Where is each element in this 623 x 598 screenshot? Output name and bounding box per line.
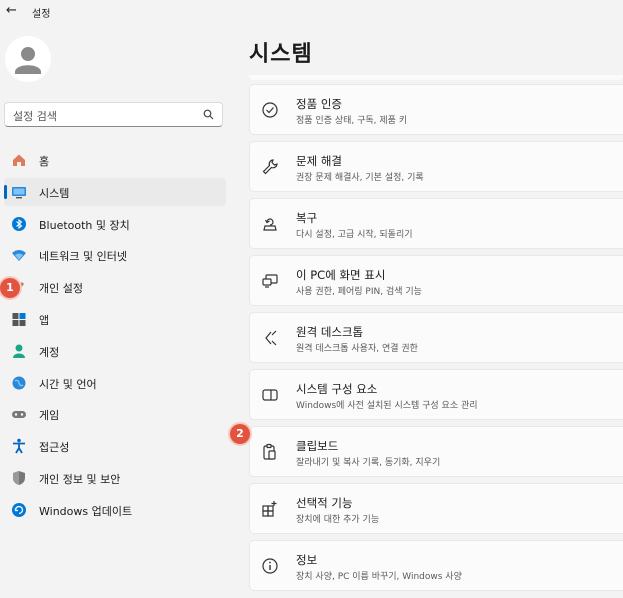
sidebar-item-accounts[interactable]: 계정 [4, 337, 226, 365]
sidebar-item-system[interactable]: 시스템 [4, 177, 226, 206]
network-icon [12, 250, 26, 262]
sidebar-item-label: 개인 설정 [39, 282, 83, 296]
card-title: 복구 [296, 211, 318, 225]
card-title: 정품 인증 [296, 97, 342, 111]
wrench-icon [262, 159, 278, 175]
sidebar-item-apps[interactable]: 앱 [4, 305, 226, 333]
project-to-pc-icon [262, 274, 278, 288]
annotation-badge-2: 2 [230, 424, 250, 444]
card-project-to-pc[interactable]: 이 PC에 화면 표시 사용 권한, 페어링 PIN, 검색 기능 [249, 255, 623, 306]
windows-update-icon [12, 502, 26, 517]
card-subtitle: 잘라내기 및 복사 기록, 동기화, 지우기 [296, 458, 441, 468]
card-subtitle: 원격 데스크톱 사용자, 연결 권한 [296, 344, 418, 354]
avatar[interactable] [5, 36, 51, 82]
card-recovery[interactable]: 복구 다시 설정, 고급 시작, 되돌리기 [249, 198, 623, 249]
page-title: 시스템 [249, 42, 313, 67]
time-language-icon [12, 376, 26, 390]
sidebar-item-label: 개인 정보 및 보안 [39, 472, 121, 486]
sidebar-item-label: 계정 [39, 345, 60, 359]
system-components-icon [262, 389, 278, 401]
activation-check-icon [262, 102, 278, 118]
accessibility-icon [13, 438, 25, 454]
sidebar-item-gaming[interactable]: 게임 [4, 400, 226, 428]
user-silhouette-icon [15, 47, 41, 74]
sidebar-item-label: Windows 업데이트 [39, 504, 133, 518]
scrolled-card-edge [249, 75, 623, 80]
settings-card-list: 정품 인증 정품 인증 상태, 구독, 제품 키 문제 해결 권장 문제 해결사… [249, 84, 623, 597]
card-title: 정보 [296, 553, 318, 567]
card-title: 시스템 구성 요소 [296, 382, 378, 396]
optional-features-icon [262, 501, 277, 517]
card-title: 원격 데스크톱 [296, 325, 364, 339]
sidebar-nav: 홈 시스템 Bluetooth 및 장치 네트워크 및 인터넷 개인 설정 앱 … [4, 146, 226, 528]
card-remote-desktop[interactable]: 원격 데스크톱 원격 데스크톱 사용자, 연결 권한 [249, 312, 623, 363]
card-subtitle: 정품 인증 상태, 구독, 제품 키 [296, 116, 408, 126]
account-icon [13, 344, 25, 358]
sidebar-item-label: 접근성 [39, 441, 70, 455]
home-icon [13, 154, 25, 166]
sidebar-item-label: 시간 및 언어 [39, 377, 97, 391]
active-indicator [4, 184, 7, 199]
card-subtitle: Windows에 사전 설치된 시스템 구성 요소 관리 [296, 401, 478, 411]
bluetooth-icon [12, 216, 26, 231]
title-bar: ← 설정 [0, 0, 623, 24]
annotation-badge-1: 1 [0, 278, 20, 298]
sidebar-item-label: 홈 [39, 155, 50, 168]
system-icon [12, 186, 26, 199]
card-subtitle: 장치 사양, PC 이름 바꾸기, Windows 사양 [296, 572, 462, 582]
card-system-components[interactable]: 시스템 구성 요소 Windows에 사전 설치된 시스템 구성 요소 관리 [249, 369, 623, 420]
card-title: 문제 해결 [296, 154, 342, 168]
search-placeholder: 설정 검색 [13, 110, 57, 123]
card-title: 선택적 기능 [296, 496, 353, 510]
card-clipboard[interactable]: 클립보드 잘라내기 및 복사 기록, 동기화, 지우기 [249, 426, 623, 477]
info-icon [262, 558, 278, 574]
sidebar-item-windows-update[interactable]: Windows 업데이트 [4, 496, 226, 524]
sidebar-item-time-language[interactable]: 시간 및 언어 [4, 369, 226, 397]
sidebar-item-label: 네트워크 및 인터넷 [39, 250, 127, 264]
sidebar-item-accessibility[interactable]: 접근성 [4, 432, 226, 460]
sidebar-item-label: 시스템 [39, 186, 70, 200]
sidebar-item-privacy-security[interactable]: 개인 정보 및 보안 [4, 464, 226, 492]
card-troubleshoot[interactable]: 문제 해결 권장 문제 해결사, 기본 설정, 기록 [249, 141, 623, 192]
card-subtitle: 사용 권한, 페어링 PIN, 검색 기능 [296, 287, 422, 297]
card-about[interactable]: 정보 장치 사양, PC 이름 바꾸기, Windows 사양 [249, 540, 623, 591]
window-title: 설정 [32, 9, 51, 20]
sidebar-item-home[interactable]: 홈 [4, 146, 226, 174]
recovery-icon [263, 218, 277, 231]
card-subtitle: 다시 설정, 고급 시작, 되돌리기 [296, 230, 413, 240]
apps-icon [12, 312, 26, 326]
remote-desktop-icon [265, 330, 277, 346]
card-title: 클립보드 [296, 439, 339, 453]
card-title: 이 PC에 화면 표시 [296, 268, 386, 282]
card-optional-features[interactable]: 선택적 기능 장치에 대한 추가 기능 [249, 483, 623, 534]
sidebar-item-bluetooth[interactable]: Bluetooth 및 장치 [4, 210, 226, 238]
back-arrow-icon[interactable]: ← [6, 3, 17, 18]
sidebar-item-label: Bluetooth 및 장치 [39, 218, 130, 232]
sidebar-item-label: 앱 [39, 313, 50, 327]
card-subtitle: 장치에 대한 추가 기능 [296, 515, 380, 525]
gaming-icon [12, 411, 26, 419]
search-icon[interactable] [203, 109, 214, 120]
card-activation[interactable]: 정품 인증 정품 인증 상태, 구독, 제품 키 [249, 84, 623, 135]
sidebar-item-personalization[interactable]: 개인 설정 [4, 273, 226, 301]
privacy-shield-icon [13, 470, 25, 485]
sidebar-item-network[interactable]: 네트워크 및 인터넷 [4, 241, 226, 269]
search-input[interactable]: 설정 검색 [4, 102, 223, 127]
sidebar-item-label: 게임 [39, 409, 60, 423]
clipboard-icon [263, 443, 276, 460]
card-subtitle: 권장 문제 해결사, 기본 설정, 기록 [296, 173, 424, 183]
